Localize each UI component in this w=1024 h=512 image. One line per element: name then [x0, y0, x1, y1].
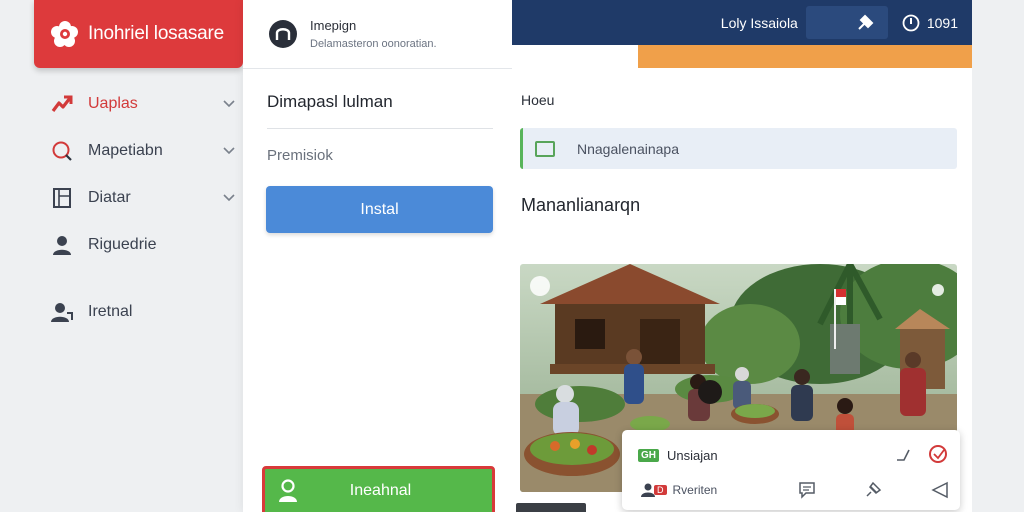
topbar-action-button[interactable] — [805, 6, 888, 39]
option-field[interactable]: Nnagalenainapa — [520, 128, 957, 169]
panel-subtitle: Premisiok — [267, 147, 333, 164]
card-subtitle: Rveriten — [672, 483, 718, 497]
option-text: Nnagalenainapa — [577, 140, 679, 157]
red-search-icon[interactable] — [928, 444, 950, 466]
main-content: Loly Issaiola 1091 Hoeu Nnagalenainapa M… — [512, 0, 972, 512]
arrow-trend-icon — [50, 92, 74, 116]
send-icon[interactable] — [930, 480, 950, 500]
accent-bar — [638, 45, 972, 68]
install-button[interactable]: Instal — [266, 186, 493, 233]
flower-logo-icon — [51, 21, 78, 47]
install-panel: Imepign Delamasteron oonoratian. Dimapas… — [243, 0, 512, 512]
avatar[interactable] — [269, 20, 297, 48]
topbar-label: Loly Issaiola — [720, 14, 798, 31]
pin-icon — [858, 14, 874, 30]
sidebar-item-iretnal[interactable]: Iretnal — [50, 288, 236, 335]
notification-card[interactable]: GH Unsiajan D Rveriten — [622, 430, 960, 510]
section-heading: Mananlianarqn — [521, 195, 641, 215]
panel-header: Imepign Delamasteron oonoratian. — [243, 0, 512, 69]
brand-name: Inohriel losasare — [88, 23, 225, 44]
comment-icon[interactable] — [797, 480, 817, 500]
checkbox[interactable] — [535, 140, 555, 157]
chevron-down-icon[interactable] — [222, 144, 236, 158]
sidebar-item-label: Iretnal — [88, 302, 133, 320]
clock: 1091 — [902, 14, 958, 32]
sidebar-item-uaplas[interactable]: Uaplas — [50, 80, 236, 127]
divider — [267, 128, 493, 129]
sidebar-item-mapetiabn[interactable]: Mapetiabn — [50, 127, 236, 174]
sidebar-item-label: Riguedrie — [88, 235, 157, 253]
brand-header[interactable]: Inohriel losasare — [34, 0, 243, 68]
sidebar: Inohriel losasare Uaplas Mapetiabn Diata… — [0, 0, 243, 512]
sidebar-item-diatar[interactable]: Diatar — [50, 174, 236, 221]
document-icon — [50, 186, 74, 210]
user-icon — [279, 479, 297, 502]
card-title: Unsiajan — [667, 447, 718, 463]
user-icon — [50, 233, 74, 257]
sidebar-item-label: Uaplas — [88, 94, 138, 112]
chevron-down-icon[interactable] — [222, 97, 236, 111]
panel-header-title: Imepign — [310, 18, 357, 33]
panel-title: Dimapasl lulman — [267, 92, 393, 111]
sidebar-item-riguedrie[interactable]: Riguedrie — [50, 221, 236, 268]
panel-header-subtitle: Delamasteron oonoratian. — [310, 38, 437, 50]
pin-outline-icon[interactable] — [863, 480, 883, 500]
sub-badge: D — [654, 485, 667, 495]
bottom-action-button[interactable]: Ineahnal — [262, 466, 495, 512]
clock-icon — [902, 14, 920, 31]
sidebar-nav: Uaplas Mapetiabn Diatar Riguedrie Iretna… — [50, 80, 236, 335]
clock-time: 1091 — [926, 14, 958, 31]
magnifier-icon — [50, 139, 74, 163]
top-bar: Loly Issaiola 1091 — [512, 0, 972, 45]
status-badge: GH — [638, 448, 659, 462]
bottom-action-label: Ineahnal — [349, 482, 412, 499]
sidebar-item-label: Mapetiabn — [88, 141, 163, 159]
check-mark-icon[interactable] — [894, 446, 912, 464]
photo-caption-fragment — [516, 503, 586, 512]
sidebar-item-label: Diatar — [88, 188, 131, 206]
user-group-icon — [50, 300, 74, 324]
section-label: Hoeu — [521, 92, 555, 108]
chevron-down-icon[interactable] — [222, 191, 236, 205]
